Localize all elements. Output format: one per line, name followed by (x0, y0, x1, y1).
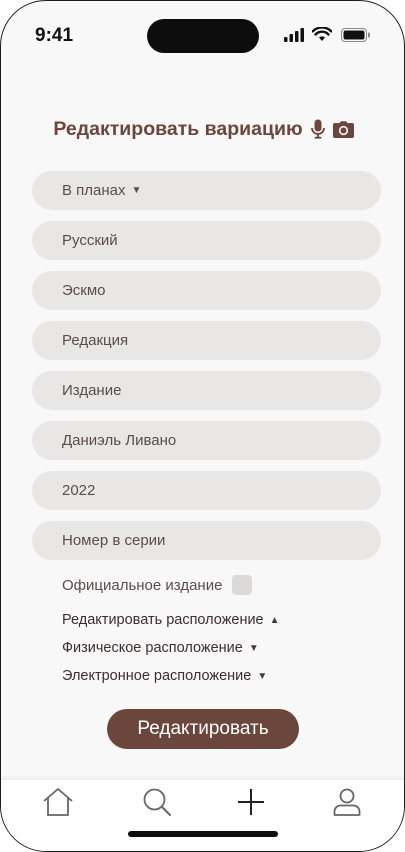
edit-location-label: Редактировать расположение (62, 612, 264, 628)
add-icon[interactable] (235, 786, 267, 818)
edit-location-toggle[interactable]: Редактировать расположение ▲ (62, 612, 280, 628)
physical-location-toggle[interactable]: Физическое расположение ▼ (62, 640, 259, 656)
status-select[interactable]: В планах ▼ (32, 171, 381, 210)
header: Редактировать вариацию (1, 115, 404, 143)
page-title: Редактировать вариацию (53, 117, 303, 140)
electronic-location-label: Электронное расположение (62, 668, 252, 684)
battery-icon (341, 28, 371, 47)
tab-bar (1, 779, 404, 851)
year-value: 2022 (62, 482, 96, 499)
publisher-field[interactable]: Эскмо (32, 271, 381, 310)
phone-screen: 9:41 Редактировать вариацию В планах ▼ Р… (0, 0, 405, 852)
caret-up-icon: ▲ (269, 614, 280, 626)
release-field[interactable]: Издание (32, 371, 381, 410)
caret-down-icon: ▼ (131, 185, 142, 196)
author-field[interactable]: Даниэль Ливано (32, 421, 381, 460)
home-indicator (128, 831, 278, 837)
year-field[interactable]: 2022 (32, 471, 381, 510)
official-edition-checkbox[interactable] (232, 575, 253, 595)
edition-field[interactable]: Редакция (32, 321, 381, 360)
electronic-location-toggle[interactable]: Электронное расположение ▼ (62, 668, 267, 684)
caret-down-icon: ▼ (248, 642, 259, 654)
status-select-value: В планах (62, 182, 126, 199)
official-edition-label: Официальное издание (62, 576, 223, 594)
status-time: 9:41 (35, 25, 74, 46)
official-edition-row: Официальное издание (62, 574, 253, 596)
dynamic-island (147, 19, 259, 53)
physical-location-label: Физическое расположение (62, 640, 243, 656)
camera-icon[interactable] (332, 120, 354, 138)
search-icon[interactable] (141, 786, 173, 818)
profile-icon[interactable] (331, 786, 363, 818)
wifi-icon (311, 26, 333, 47)
microphone-icon[interactable] (310, 119, 325, 139)
release-placeholder: Издание (62, 382, 122, 399)
signal-icon (284, 28, 304, 47)
publisher-value: Эскмо (62, 282, 106, 299)
author-value: Даниэль Ливано (62, 432, 177, 449)
edit-button[interactable]: Редактировать (107, 709, 299, 749)
language-field[interactable]: Русский (32, 221, 381, 260)
language-value: Русский (62, 232, 118, 249)
edition-placeholder: Редакция (62, 332, 129, 349)
series-number-placeholder: Номер в серии (62, 532, 166, 549)
series-number-field[interactable]: Номер в серии (32, 521, 381, 560)
home-icon[interactable] (42, 786, 74, 818)
caret-down-icon: ▼ (257, 670, 268, 682)
